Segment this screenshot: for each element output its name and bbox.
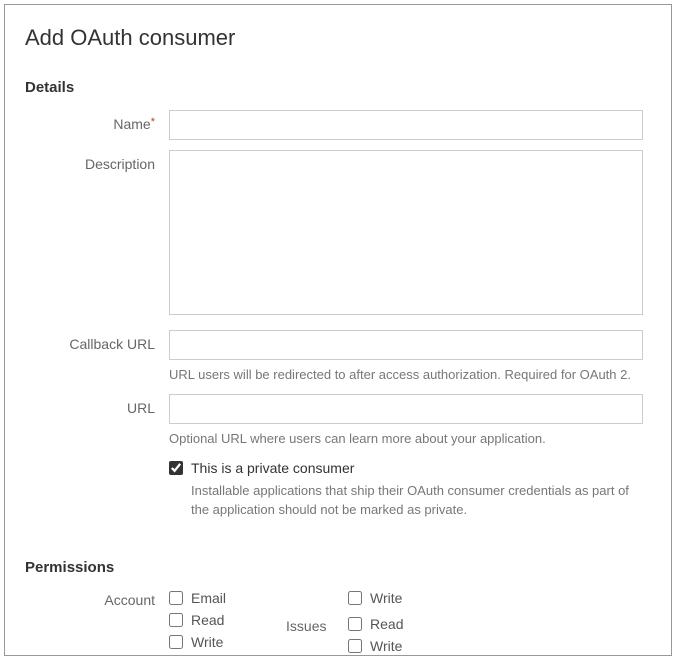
name-input[interactable] [169,110,643,140]
callback-url-input[interactable] [169,330,643,360]
perm-account-write-checkbox[interactable] [169,635,183,649]
description-input[interactable] [169,150,643,315]
form-window: Add OAuth consumer Details Name* Descrip… [4,4,672,656]
label-url: URL [25,394,169,416]
private-consumer-help: Installable applications that ship their… [169,482,643,518]
label-name-text: Name [113,116,150,132]
perm-col2-write-label: Write [370,590,402,606]
perm-account-email-label: Email [191,590,226,606]
url-input[interactable] [169,394,643,424]
label-issues: Issues [286,616,336,634]
perm-issues-write-checkbox[interactable] [348,639,362,653]
label-description: Description [25,150,169,172]
perm-account-email[interactable]: Email [169,590,226,606]
label-callback-url: Callback URL [25,330,169,352]
perm-issues-read-checkbox[interactable] [348,617,362,631]
row-name: Name* [25,110,643,140]
private-consumer-checkbox[interactable] [169,461,183,475]
permissions-grid: Account Email Read Write [25,590,643,654]
account-permissions-column: Email Read Write [169,590,226,654]
perm-account-read-label: Read [191,612,224,628]
label-name: Name* [25,110,169,132]
perm-issues-write-label: Write [370,638,402,654]
perm-issues-read-label: Read [370,616,403,632]
row-private: This is a private consumer Installable a… [25,458,643,518]
perm-account-read-checkbox[interactable] [169,613,183,627]
callback-url-help: URL users will be redirected to after ac… [169,366,643,384]
perm-col2-write[interactable]: Write [348,590,402,606]
perm-col2-write-checkbox[interactable] [348,591,362,605]
url-help: Optional URL where users can learn more … [169,430,643,448]
row-description: Description [25,150,643,320]
details-heading: Details [25,79,643,96]
perm-account-write-label: Write [191,634,223,650]
label-account: Account [25,590,169,608]
right-permissions-column: Write Issues Read Write [286,590,403,654]
perm-account-email-checkbox[interactable] [169,591,183,605]
perm-account-write[interactable]: Write [169,634,226,650]
permissions-heading: Permissions [25,559,643,576]
perm-account-read[interactable]: Read [169,612,226,628]
required-star-icon: * [151,116,155,128]
private-consumer-label: This is a private consumer [191,460,354,476]
row-url: URL Optional URL where users can learn m… [25,394,643,448]
perm-issues-write[interactable]: Write [348,638,403,654]
row-callback-url: Callback URL URL users will be redirecte… [25,330,643,384]
page-title: Add OAuth consumer [25,25,643,51]
perm-issues-read[interactable]: Read [348,616,403,632]
